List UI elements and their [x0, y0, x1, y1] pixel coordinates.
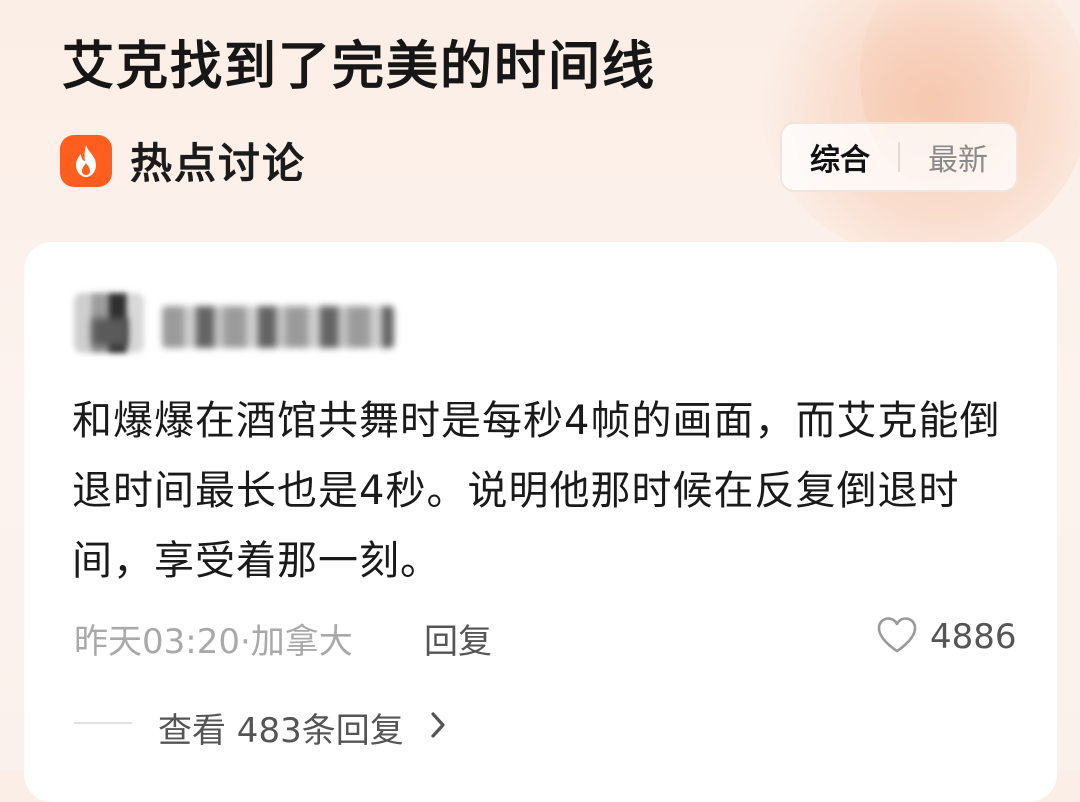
sort-option-latest[interactable]: 最新 — [900, 135, 1016, 179]
like-count: 4886 — [930, 617, 1017, 657]
comment-meta: 昨天03:20·加拿大 — [74, 622, 353, 662]
username[interactable] — [162, 306, 394, 348]
view-replies-link[interactable]: 查看 483条回复 — [158, 703, 446, 752]
section-label: 热点讨论 — [130, 139, 307, 188]
fire-icon — [60, 134, 112, 187]
like-button[interactable]: 4886 — [876, 616, 1017, 658]
sort-toggle: 综合 最新 — [780, 122, 1018, 192]
reply-button[interactable]: 回复 — [424, 614, 492, 663]
view-replies-label: 查看 483条回复 — [158, 711, 404, 751]
heart-outline-icon — [876, 616, 918, 658]
comment-text: 和爆爆在酒馆共舞时是每秒4帧的画面，而艾克能倒退时间最长也是4秒。说明他那时候在… — [72, 398, 1001, 584]
avatar-detail — [92, 318, 128, 346]
sort-option-comprehensive[interactable]: 综合 — [782, 135, 898, 179]
chevron-right-icon — [430, 708, 446, 748]
replies-divider — [74, 722, 132, 724]
section-header: 热点讨论 — [60, 130, 306, 191]
page-title: 艾克找到了完美的时间线 — [62, 37, 657, 97]
